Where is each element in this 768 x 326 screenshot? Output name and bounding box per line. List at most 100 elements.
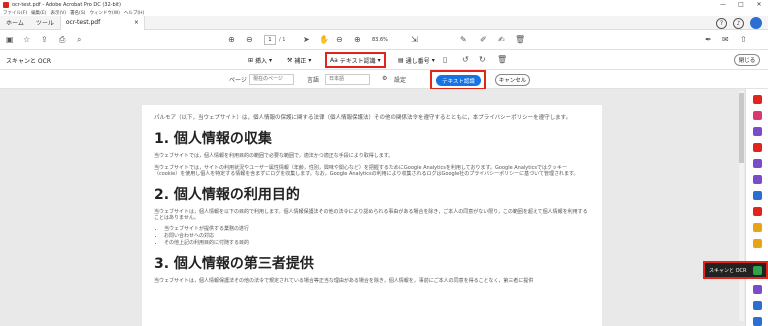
send-sign-icon[interactable] [753,191,762,200]
heading-3: 3. 個人情報の第三者提供 [154,255,314,272]
scan-ocr-label: スキャンと OCR [6,58,51,65]
notification-icon[interactable]: ♪ [733,17,744,29]
trash-icon[interactable]: 🗑 [497,54,507,66]
title-bar: ocr-test.pdf - Adobe Acrobat Pro DC (32-… [0,0,768,9]
page-number-input[interactable]: 1 [264,35,276,45]
right-tools-panel [745,89,768,326]
maximize-button[interactable]: □ [732,0,750,9]
pdf-page: パルモア（以下，当ウェブサイト）は，個人情報の保護に関する法律（個人情報保護法）… [142,105,602,326]
close-tool-button[interactable]: 閉じる [734,54,760,66]
sign-icon[interactable]: ✒ [705,34,712,46]
page-count: / 1 [279,37,286,43]
select-cursor-icon[interactable]: ➤ [303,34,310,46]
chevron-down-icon: ▾ [431,56,435,64]
insert-icon: ⊞ [248,56,254,64]
scan-ocr-toolbar: スキャンと OCR ⊞ 挿入 ▾ ⚒ 補正 ▾ Aa テキスト認識 ▾ ▤ 通し… [0,50,768,70]
close-tab-icon[interactable]: × [134,19,139,26]
paragraph-3: 当ウェブサイトは，個人情報を以下の目的で利用します。個人情報保護法その他の法令に… [154,208,588,222]
list-item: その他上記の利用目的に付随する目的 [164,240,590,247]
pen-icon[interactable]: ✐ [480,34,487,46]
document-tab-label: ocr-test.pdf [65,19,101,26]
document-icon[interactable]: ▯ [443,54,447,66]
text-recognition-icon: Aa [330,56,338,64]
scan-ocr-tool-button[interactable]: スキャンと OCR [703,261,768,279]
search-icon[interactable]: ⌕ [77,34,81,46]
ocr-options-bar: ページ 現在のページ 言語 日本語 ⚙ 設定 テキスト認識 キャンセル [0,70,768,90]
combine-files-icon[interactable] [753,143,762,152]
organize-pages-icon[interactable] [753,159,762,168]
more-tools-icon[interactable] [753,317,762,326]
recognize-text-button[interactable]: テキスト認識 [436,75,481,86]
recognize-text-label: テキスト認識 [339,57,376,65]
bates-icon: ▤ [398,56,404,64]
paragraph-4: 当ウェブサイトは，個人情報保護法その他の法令で規定されている場合等正当な理由があ… [154,277,534,284]
scanner-icon [753,265,762,275]
close-window-button[interactable]: ✕ [750,0,768,9]
settings-label[interactable]: 設定 [394,75,406,84]
export-pdf-icon[interactable] [753,95,762,104]
fit-page-icon[interactable]: ⇲ [411,34,418,46]
page-select[interactable]: 現在のページ [249,74,294,85]
heading-1: 1. 個人情報の収集 [154,131,272,147]
list-item: お問い合わせへの対応 [164,233,590,240]
language-select[interactable]: 日本語 [325,74,370,85]
create-pdf-icon[interactable] [753,111,762,120]
comment-icon[interactable]: ✎ [460,34,467,46]
stamp-icon[interactable] [753,239,762,248]
correct-button[interactable]: ⚒ 補正 ▾ [287,53,311,67]
heading-2: 2. 個人情報の利用目的 [154,186,300,203]
mail-icon[interactable]: ✉ [722,34,729,46]
main-toolbar: ▣ ☆ ⇪ ⎙ ⌕ ⊕ ⊖ 1 / 1 ➤ ✋ ⊖ ⊕ 83.6% ⇲ ✎ ✐ … [0,30,768,50]
bookmark-icon[interactable]: ☆ [23,34,30,46]
language-label: 言語 [307,77,320,84]
help-icon[interactable]: ? [716,17,727,29]
chevron-down-icon: ▾ [308,56,312,64]
document-view[interactable]: パルモア（以下，当ウェブサイト）は，個人情報の保護に関する法律（個人情報保護法）… [0,89,745,326]
share-icon[interactable]: ⇧ [740,34,747,46]
tab-home[interactable]: ホーム [0,16,30,30]
correct-label: 補正 [294,57,307,65]
paragraph-2: 当ウェブサイトでは，サイトの利用状況やユーザー属性情報（年齢，性別，興味や関心な… [154,164,579,178]
comment-panel-icon[interactable] [753,223,762,232]
minimize-button[interactable]: — [714,0,732,9]
zoom-in-icon[interactable]: ⊕ [354,34,361,46]
undo-icon[interactable]: ↺ [462,54,469,66]
intro-paragraph: パルモア（以下，当ウェブサイト）は，個人情報の保護に関する法律（個人情報保護法）… [154,115,572,121]
recognize-text-menu[interactable]: Aa テキスト認識 ▾ [325,52,386,68]
tab-document[interactable]: ocr-test.pdf × [59,15,145,30]
insert-label: 挿入 [255,57,268,65]
scrollbar-thumb[interactable] [739,93,744,163]
avatar[interactable] [750,17,762,29]
tab-bar: ホーム ツール ocr-test.pdf × ? ♪ [0,15,768,30]
cancel-button[interactable]: キャンセル [495,74,530,86]
paragraph-1: 当ウェブサイトでは，個人情報を利用目的の範囲で必要な範囲で，適法かつ適正な手段に… [154,153,394,159]
bates-numbering-button[interactable]: ▤ 通し番号 ▾ [398,53,435,67]
redact-icon[interactable] [753,301,762,310]
gear-icon[interactable]: ⚙ [382,75,387,82]
fill-sign-icon[interactable] [753,175,762,184]
recognize-highlight: テキスト認識 [430,70,486,90]
zoom-level[interactable]: 83.6% [372,37,388,43]
zoom-out-icon[interactable]: ⊖ [336,34,343,46]
scan-ocr-tooltip-label: スキャンと OCR [709,267,747,274]
chevron-down-icon: ▾ [269,56,273,64]
insert-button[interactable]: ⊞ 挿入 ▾ [248,53,272,67]
save-icon[interactable]: ▣ [6,34,14,46]
prev-page-icon[interactable]: ⊕ [228,34,235,46]
upload-icon[interactable]: ⇪ [41,34,48,46]
edit-pdf-icon[interactable] [753,127,762,136]
vertical-scrollbar[interactable] [739,91,744,321]
delete-icon[interactable]: 🗑 [515,34,525,46]
highlight-icon[interactable]: ✍ [498,34,505,46]
list-item: 当ウェブサイトが提供する業務の遂行 [164,226,590,233]
acrobat-icon [3,1,9,8]
prepare-form-icon[interactable] [753,285,762,294]
next-page-icon[interactable]: ⊖ [246,34,253,46]
protect-icon[interactable] [753,207,762,216]
tab-tools[interactable]: ツール [30,16,60,30]
redo-icon[interactable]: ↻ [479,54,486,66]
bates-label: 通し番号 [405,57,430,65]
hand-tool-icon[interactable]: ✋ [319,34,329,46]
print-icon[interactable]: ⎙ [59,34,65,46]
chevron-down-icon: ▾ [377,56,381,64]
